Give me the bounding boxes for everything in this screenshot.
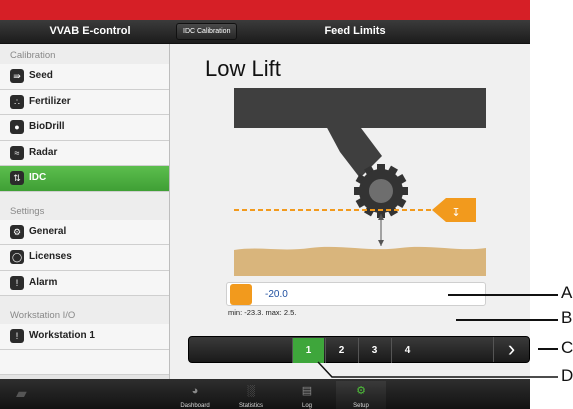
svg-text:↧: ↧ bbox=[451, 206, 460, 219]
page-title: Feed Limits bbox=[324, 25, 386, 37]
section-gap bbox=[0, 296, 169, 304]
callout-label-c: C bbox=[561, 338, 573, 357]
bottom-tab-bar: ◕ Dashboard ░ Statistics ▤ Log ⚙ Setup ▰ bbox=[0, 379, 530, 409]
step-4[interactable]: 4 bbox=[391, 338, 423, 363]
sidebar-item-label: Radar bbox=[29, 146, 58, 158]
sidebar-item-label: Seed bbox=[29, 70, 53, 81]
callout-line-b bbox=[456, 319, 558, 321]
main-content: Low Lift ↧ -20.0 min: -23.3. max: 2.5. 1… bbox=[170, 44, 530, 379]
step-3[interactable]: 3 bbox=[358, 338, 390, 363]
sidebar-item-label: Fertilizer bbox=[29, 95, 71, 107]
radar-icon: ≈ bbox=[10, 145, 24, 160]
app-header: VVAB E-control IDC Calibration Feed Limi… bbox=[0, 20, 530, 44]
machine-frame bbox=[234, 88, 486, 128]
sidebar-item-label: General bbox=[29, 225, 67, 237]
log-icon: ▤ bbox=[301, 385, 313, 397]
tab-label: Statistics bbox=[238, 403, 263, 409]
sidebar-item-seed[interactable]: ⇛ Seed bbox=[0, 64, 169, 90]
step-selector: 1 2 3 4 › bbox=[188, 336, 530, 363]
sidebar-item-alarm[interactable]: ! Alarm bbox=[0, 270, 169, 296]
tab-setup[interactable]: ⚙ Setup bbox=[336, 381, 386, 409]
app-title: VVAB E-control bbox=[49, 25, 131, 37]
sidebar-item-biodrill[interactable]: ● BioDrill bbox=[0, 115, 169, 141]
sidebar-section-settings: Settings bbox=[0, 199, 169, 220]
sidebar-item-radar[interactable]: ≈ Radar bbox=[0, 140, 169, 166]
callout-label-d: D bbox=[561, 366, 573, 385]
sidebar-item-label: BioDrill bbox=[29, 121, 65, 132]
section-heading: Low Lift bbox=[205, 56, 281, 81]
sidebar-item-label: Workstation 1 bbox=[29, 330, 95, 341]
sidebar-section-calibration: Calibration bbox=[0, 44, 169, 64]
tab-label: Dashboard bbox=[180, 403, 210, 409]
idc-icon: ⇅ bbox=[10, 171, 24, 185]
value-input[interactable]: -20.0 bbox=[226, 282, 486, 306]
sidebar: Calibration ⇛ Seed ∴ Fertilizer ● BioDri… bbox=[0, 44, 170, 379]
sidebar-item-partial bbox=[0, 349, 169, 375]
device-screen: VVAB E-control IDC Calibration Feed Limi… bbox=[0, 0, 530, 409]
callout-label-a: A bbox=[561, 283, 573, 302]
statistics-icon: ░ bbox=[247, 385, 255, 397]
lift-diagram: ↧ bbox=[234, 88, 486, 276]
value-text: -20.0 bbox=[265, 289, 288, 300]
tab-statistics[interactable]: ░ Statistics bbox=[226, 381, 276, 409]
chevron-right-icon[interactable]: › bbox=[493, 337, 529, 362]
fertilizer-icon: ∴ bbox=[10, 94, 24, 109]
tab-label: Setup bbox=[353, 403, 369, 409]
sidebar-item-workstation-1[interactable]: ! Workstation 1 bbox=[0, 324, 169, 350]
min-max-hint: min: -23.3. max: 2.5. bbox=[228, 308, 297, 317]
alarm-icon: ! bbox=[10, 275, 24, 290]
sidebar-item-idc[interactable]: ⇅ IDC bbox=[0, 166, 169, 192]
general-icon: ⚙ bbox=[10, 224, 24, 239]
setup-icon: ⚙ bbox=[356, 385, 366, 397]
seed-icon: ⇛ bbox=[10, 69, 24, 83]
lock-icon[interactable]: ▰ bbox=[16, 385, 27, 402]
biodrill-icon: ● bbox=[10, 120, 24, 134]
machine-arm bbox=[325, 124, 382, 178]
sidebar-item-label: IDC bbox=[29, 172, 47, 183]
licenses-icon: ◯ bbox=[10, 250, 24, 264]
callout-line-a bbox=[448, 294, 558, 296]
status-bar bbox=[0, 0, 530, 20]
soil bbox=[234, 246, 486, 276]
workstation-icon: ! bbox=[10, 329, 24, 343]
callout-line-c bbox=[538, 348, 558, 350]
step-2[interactable]: 2 bbox=[325, 338, 357, 363]
limit-marker-icon bbox=[230, 284, 252, 305]
step-1[interactable]: 1 bbox=[292, 338, 324, 363]
tab-log[interactable]: ▤ Log bbox=[282, 381, 332, 409]
tab-dashboard[interactable]: ◕ Dashboard bbox=[170, 381, 220, 409]
callout-label-b: B bbox=[561, 308, 573, 327]
sidebar-item-fertilizer[interactable]: ∴ Fertilizer bbox=[0, 89, 169, 115]
sidebar-item-general[interactable]: ⚙ General bbox=[0, 219, 169, 245]
sidebar-item-label: Alarm bbox=[29, 276, 58, 288]
sidebar-item-label: Licenses bbox=[29, 251, 72, 262]
screen: VVAB E-control IDC Calibration Feed Limi… bbox=[0, 0, 573, 409]
sidebar-section-workstation: Workstation I/O bbox=[0, 304, 169, 324]
dashboard-icon: ◕ bbox=[191, 385, 199, 397]
sidebar-item-licenses[interactable]: ◯ Licenses bbox=[0, 245, 169, 271]
tab-label: Log bbox=[301, 403, 312, 409]
section-gap bbox=[0, 191, 169, 200]
